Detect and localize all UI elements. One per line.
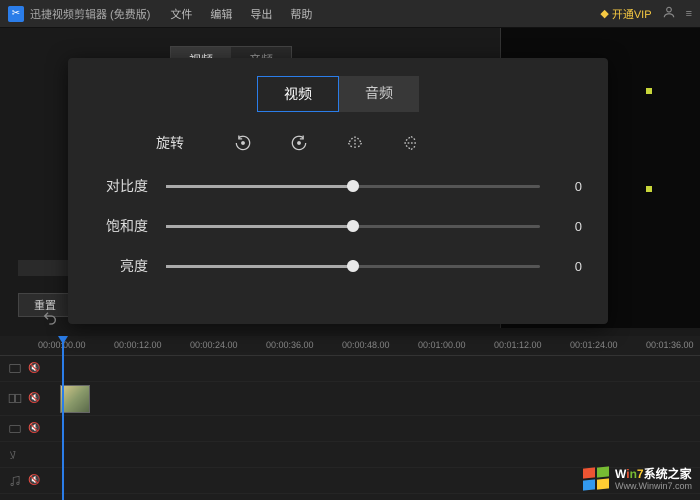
slider-value: 0 <box>558 179 582 194</box>
slider-label: 对比度 <box>94 176 148 196</box>
ruler-tick: 00:00:36.00 <box>266 340 314 350</box>
rotate-cw-icon[interactable] <box>288 132 310 154</box>
slider-thumb[interactable] <box>347 220 359 232</box>
marker <box>646 186 652 192</box>
video-clip[interactable] <box>60 385 90 413</box>
watermark-url: Www.Winwin7.com <box>615 482 692 492</box>
slider-value: 0 <box>558 259 582 274</box>
menu-help[interactable]: 帮助 <box>290 6 312 22</box>
windows-flag-icon <box>583 466 611 494</box>
titlebar: ✂ 迅捷视频剪辑器 (免费版) 文件 编辑 导出 帮助 ◆ 开通VIP ≡ <box>0 0 700 28</box>
slider-track[interactable] <box>166 265 540 268</box>
ruler-tick: 00:01:36.00 <box>646 340 694 350</box>
watermark-text: Win7系统之家 Www.Winwin7.com <box>615 468 692 491</box>
track-head[interactable]: 🔇 <box>0 474 56 488</box>
flip-vertical-icon[interactable] <box>400 132 422 154</box>
dialog-tab-video[interactable]: 视频 <box>257 76 339 112</box>
mute-icon[interactable]: 🔇 <box>28 423 40 434</box>
vip-button[interactable]: ◆ 开通VIP <box>600 6 651 22</box>
mute-icon[interactable]: 🔇 <box>28 363 40 374</box>
ruler-tick: 00:00:48.00 <box>342 340 390 350</box>
titlebar-right: ◆ 开通VIP ≡ <box>600 5 692 22</box>
ruler-tick: 00:01:24.00 <box>570 340 618 350</box>
slider-track[interactable] <box>166 225 540 228</box>
menu-file[interactable]: 文件 <box>170 6 192 22</box>
rotate-ccw-icon[interactable] <box>232 132 254 154</box>
dialog-tabs: 视频 音频 <box>94 76 582 112</box>
menu-edit[interactable]: 编辑 <box>210 6 232 22</box>
ruler-tick: 00:00:24.00 <box>190 340 238 350</box>
time-ruler[interactable]: 00:00:00.0000:00:12.0000:00:24.0000:00:3… <box>0 336 700 356</box>
flip-horizontal-icon[interactable] <box>344 132 366 154</box>
watermark-title: Win7系统之家 <box>615 468 692 481</box>
track-row: 🔇 <box>0 356 700 382</box>
app-icon: ✂ <box>8 6 24 22</box>
menu-export[interactable]: 导出 <box>250 6 272 22</box>
track-head[interactable]: 🔇 <box>0 362 56 376</box>
slider-contrast: 对比度 0 <box>94 176 582 196</box>
rotate-label: 旋转 <box>156 133 198 153</box>
slider-brightness: 亮度 0 <box>94 256 582 276</box>
user-icon[interactable] <box>662 5 676 22</box>
slider-label: 饱和度 <box>94 216 148 236</box>
slider-thumb[interactable] <box>347 260 359 272</box>
slider-fill <box>166 225 353 228</box>
left-panel <box>0 28 10 328</box>
track-row <box>0 442 700 468</box>
rotate-row: 旋转 <box>156 132 582 154</box>
mute-icon[interactable]: 🔇 <box>28 393 40 404</box>
slider-label: 亮度 <box>94 256 148 276</box>
slider-saturation: 饱和度 0 <box>94 216 582 236</box>
app-title: 迅捷视频剪辑器 (免费版) <box>30 6 150 22</box>
slider-thumb[interactable] <box>347 180 359 192</box>
adjust-dialog: 视频 音频 旋转 对比度 0 饱和度 0 亮度 <box>68 58 608 324</box>
track-row: 🔇 <box>0 382 700 416</box>
separator-bar <box>18 260 74 276</box>
menu-icon[interactable]: ≡ <box>686 8 692 20</box>
slider-fill <box>166 265 353 268</box>
marker <box>646 88 652 94</box>
playhead[interactable] <box>62 336 64 500</box>
ruler-tick: 00:00:12.00 <box>114 340 162 350</box>
undo-icon[interactable] <box>42 310 58 331</box>
dialog-tab-audio[interactable]: 音频 <box>339 76 419 112</box>
mute-icon[interactable]: 🔇 <box>28 475 40 486</box>
slider-fill <box>166 185 353 188</box>
ruler-tick: 00:01:12.00 <box>494 340 542 350</box>
track-head[interactable]: 🔇 <box>0 392 56 406</box>
watermark: Win7系统之家 Www.Winwin7.com <box>583 466 692 494</box>
track-row: 🔇 <box>0 416 700 442</box>
diamond-icon: ◆ <box>600 7 608 20</box>
slider-value: 0 <box>558 219 582 234</box>
track-head[interactable]: 🔇 <box>0 422 56 436</box>
menubar: 文件 编辑 导出 帮助 <box>170 6 312 22</box>
track-head[interactable] <box>0 448 56 462</box>
ruler-tick: 00:01:00.00 <box>418 340 466 350</box>
slider-track[interactable] <box>166 185 540 188</box>
vip-label: 开通VIP <box>612 6 652 22</box>
